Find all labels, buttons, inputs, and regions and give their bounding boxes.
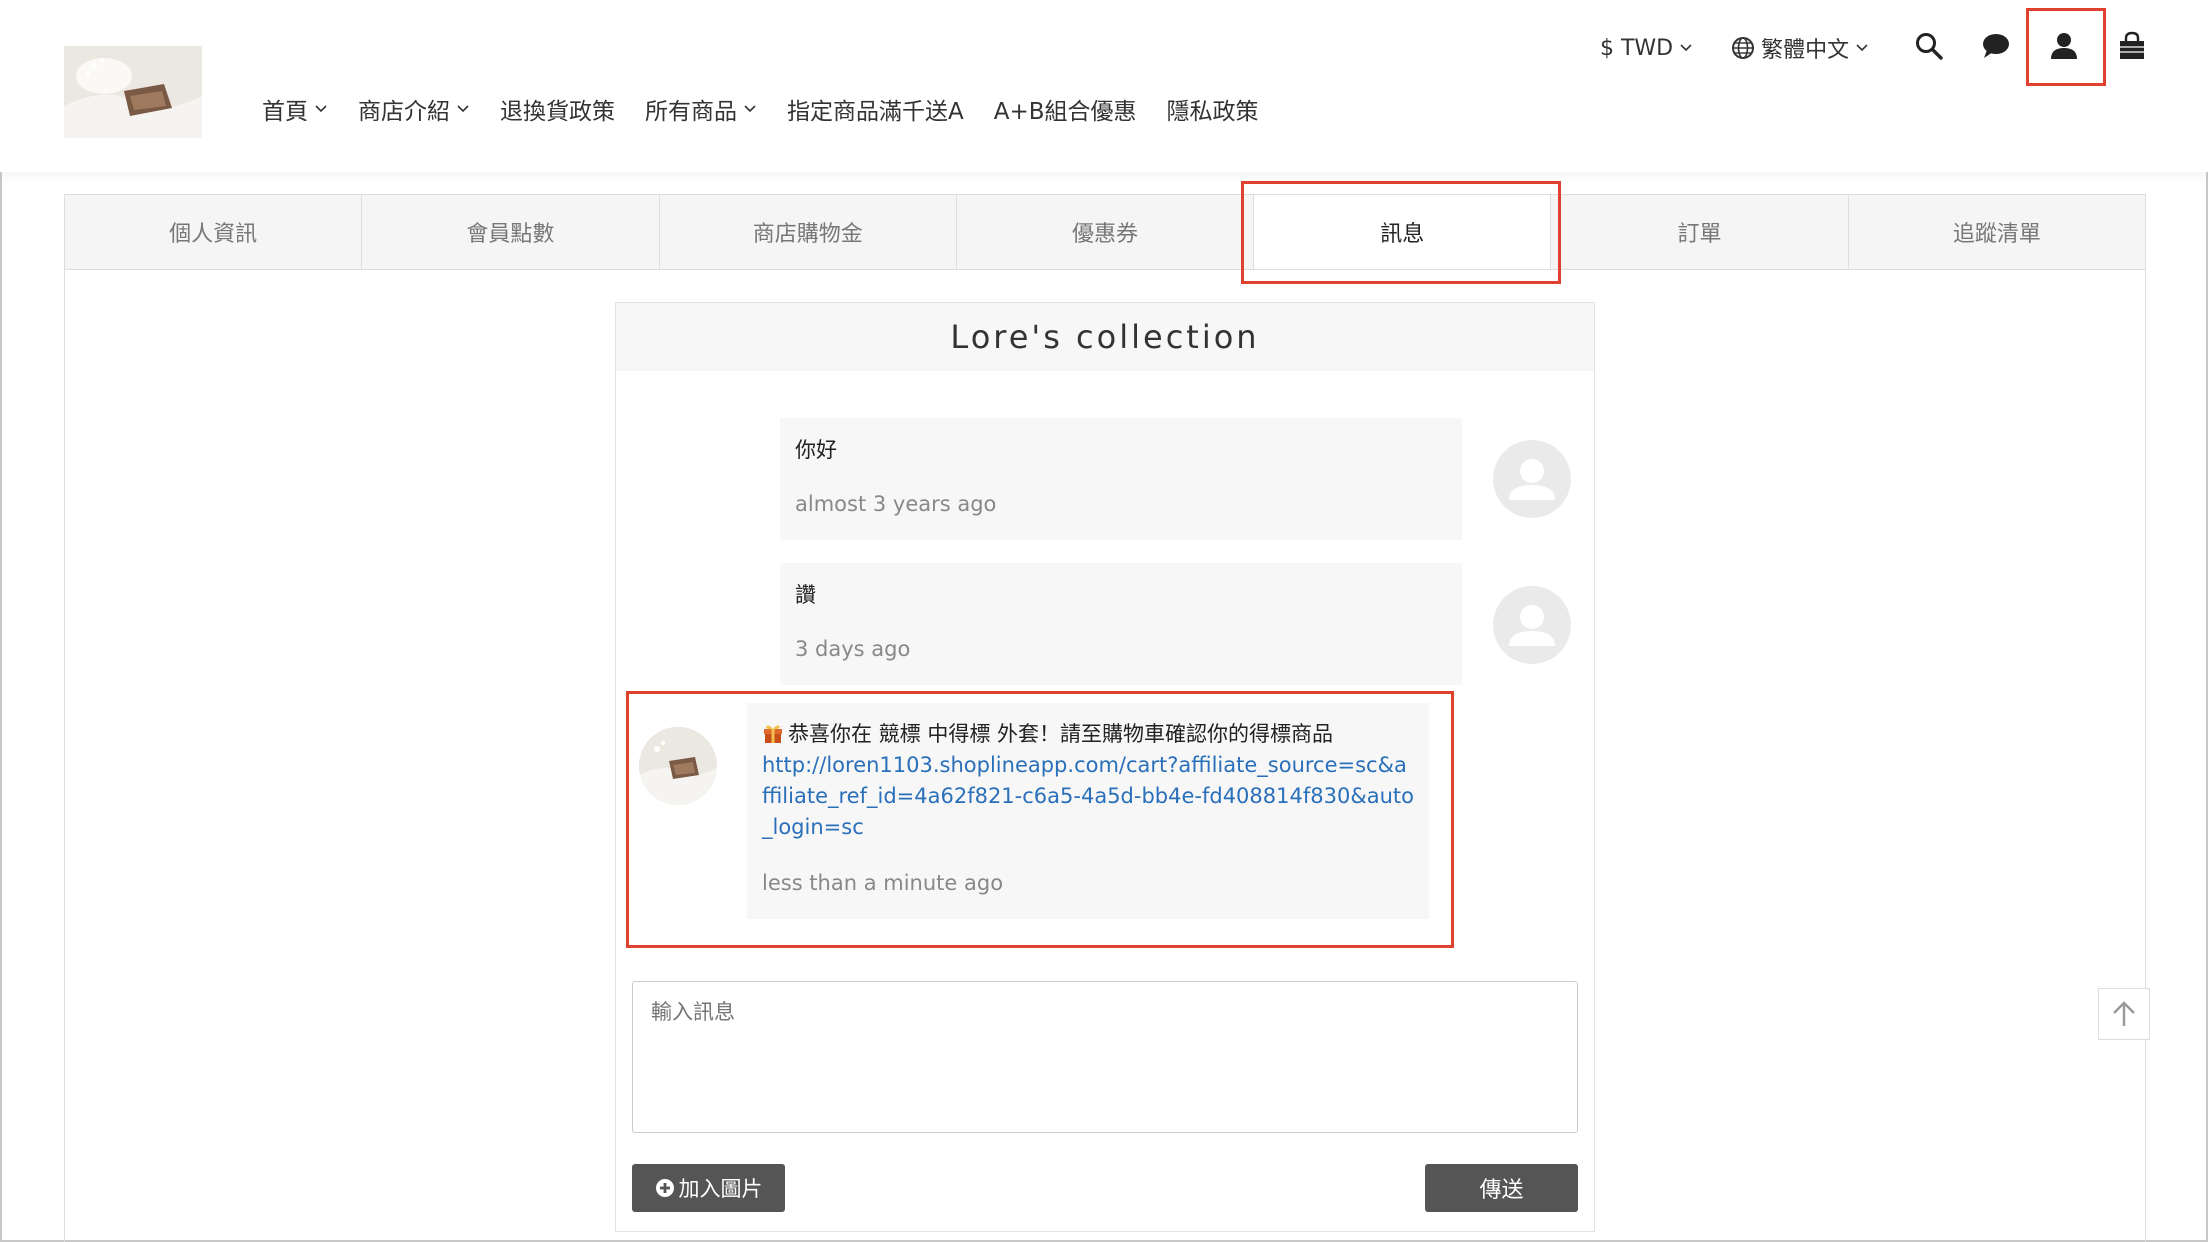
tab-orders[interactable]: 訂單 (1551, 195, 1849, 269)
chat-icon (1983, 34, 2009, 58)
nav-label: 退換貨政策 (500, 99, 615, 125)
add-image-button[interactable]: 加入圖片 (632, 1164, 785, 1212)
chevron-down-icon (744, 105, 756, 113)
chevron-down-icon (457, 105, 469, 113)
tab-coupons[interactable]: 優惠券 (957, 195, 1255, 269)
language-selector[interactable]: 繁體中文 (1731, 32, 1869, 64)
nav-label: 商店介紹 (358, 99, 450, 125)
site-header: 首頁 商店介紹 退換貨政策 所有商品 指定商品滿千送A A+B組合優惠 隱私政策… (0, 0, 2208, 172)
tab-label: 個人資訊 (169, 222, 258, 247)
tab-label: 訂單 (1677, 222, 1722, 247)
nav-label: 指定商品滿千送A (787, 99, 964, 125)
message-text: 讚 (795, 583, 816, 607)
cart-button[interactable] (2112, 26, 2152, 66)
search-button[interactable] (1909, 26, 1949, 66)
nav-label: A+B組合優惠 (993, 99, 1137, 125)
store-logo[interactable] (64, 46, 202, 138)
chevron-down-icon (1680, 44, 1692, 52)
message-time: almost 3 years ago (795, 492, 997, 516)
nav-item-combo-deal[interactable]: A+B組合優惠 (994, 92, 1137, 126)
message-text: 你好 (795, 438, 837, 462)
highlight-box-account (2026, 8, 2106, 86)
nav-item-about[interactable]: 商店介紹 (358, 92, 470, 126)
arrow-up-icon (2113, 1001, 2135, 1026)
tab-profile[interactable]: 個人資訊 (65, 195, 363, 269)
nav-item-privacy[interactable]: 隱私政策 (1167, 92, 1259, 126)
nav-item-home[interactable]: 首頁 (262, 92, 328, 126)
chevron-down-icon (1856, 44, 1868, 52)
tab-label: 商店購物金 (752, 222, 863, 247)
nav-label: 隱私政策 (1166, 99, 1259, 125)
user-icon (1509, 459, 1555, 500)
tab-store-credit[interactable]: 商店購物金 (660, 195, 957, 269)
nav-label: 所有商品 (645, 99, 737, 125)
user-icon (1509, 605, 1555, 646)
message-time: 3 days ago (795, 637, 911, 661)
nav-item-all-products[interactable]: 所有商品 (645, 92, 757, 126)
currency-selector[interactable]: $ TWD (1600, 36, 1693, 61)
tab-wishlist[interactable]: 追蹤清單 (1849, 195, 2145, 269)
send-label: 傳送 (1479, 1178, 1524, 1203)
tab-label: 優惠券 (1071, 222, 1138, 247)
tab-label: 追蹤清單 (1952, 222, 2041, 247)
back-to-top-button[interactable] (2098, 988, 2150, 1040)
chevron-down-icon (315, 105, 327, 113)
message-bubble: 讚 3 days ago (780, 563, 1462, 685)
nav-item-return-policy[interactable]: 退換貨政策 (500, 92, 615, 126)
header-utilities: $ TWD 繁體中文 (1600, 28, 1869, 68)
nav-item-promo-gift[interactable]: 指定商品滿千送A (787, 92, 964, 126)
highlight-box-store-message (626, 691, 1454, 948)
search-icon (1916, 33, 1943, 60)
tab-label: 會員點數 (466, 222, 555, 247)
tab-points[interactable]: 會員點數 (362, 195, 660, 269)
currency-label: $ TWD (1600, 35, 1674, 61)
add-image-label: 加入圖片 (678, 1177, 763, 1201)
user-avatar (1493, 440, 1571, 518)
shopping-bag-icon (2120, 31, 2144, 59)
language-label: 繁體中文 (1761, 38, 1850, 63)
globe-icon (1732, 37, 1755, 59)
message-input[interactable] (632, 981, 1578, 1133)
nav-label: 首頁 (262, 99, 308, 125)
store-name-title: Lore's collection (616, 303, 1594, 371)
main-nav: 首頁 商店介紹 退換貨政策 所有商品 指定商品滿千送A A+B組合優惠 隱私政策 (262, 92, 1289, 126)
message-bubble: 你好 almost 3 years ago (780, 418, 1462, 540)
chat-button[interactable] (1976, 26, 2016, 66)
send-button[interactable]: 傳送 (1425, 1164, 1578, 1212)
user-avatar (1493, 586, 1571, 664)
plus-circle-icon (655, 1179, 674, 1197)
member-tabs: 個人資訊 會員點數 商店購物金 優惠券 訊息 訂單 追蹤清單 (64, 194, 2146, 270)
